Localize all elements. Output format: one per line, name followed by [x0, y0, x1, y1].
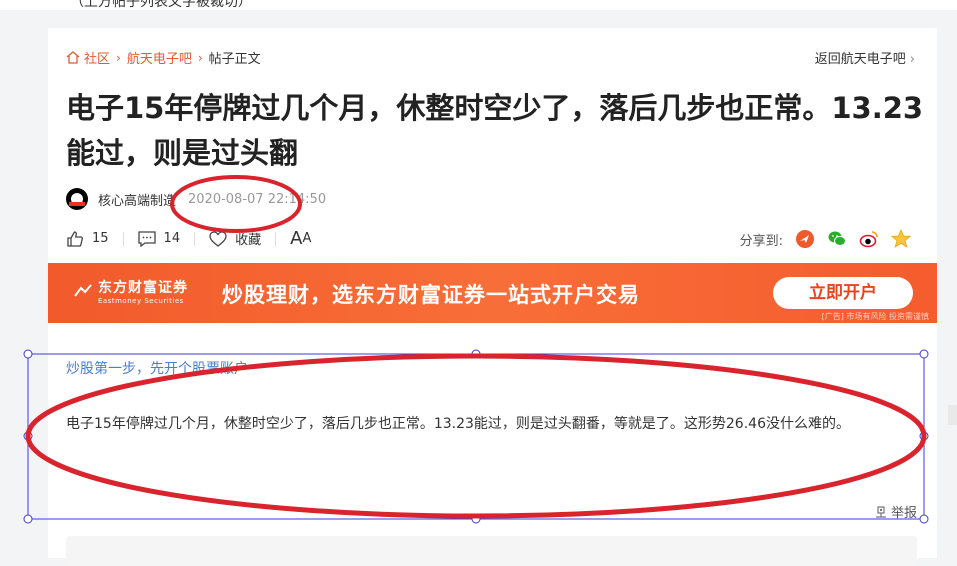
brand-name: 东方财富证券 — [98, 280, 188, 296]
breadcrumb: 社区 › 航天电子吧 › 帖子正文 — [66, 48, 261, 67]
chevron-right-icon: › — [116, 50, 121, 65]
back-link-label: 返回航天电子吧 — [814, 52, 906, 67]
font-size-icon-big: A — [290, 228, 303, 249]
home-icon[interactable] — [66, 51, 80, 64]
weibo-icon[interactable] — [859, 229, 879, 249]
like-button[interactable]: 15 — [66, 230, 109, 248]
ad-disclaimer: [广告] 市场有风险 投资需谨慎 — [821, 312, 929, 321]
share-label: 分享到: — [739, 233, 783, 249]
scrollbar-thumb[interactable] — [948, 405, 957, 425]
divider — [122, 231, 124, 246]
top-strip: （上方帖子列表文字被裁切） — [0, 0, 957, 10]
reply-area — [66, 536, 917, 566]
post-card: 社区 › 航天电子吧 › 帖子正文 返回航天电子吧 › 电子15年停牌过几个月，休… — [48, 28, 937, 566]
avatar[interactable] — [66, 188, 88, 210]
like-count: 15 — [92, 231, 109, 246]
comment-count: 14 — [163, 231, 181, 246]
chevron-right-icon: › — [909, 52, 915, 67]
report-icon — [875, 505, 886, 518]
post-actions: 15 14 收藏 AA — [66, 228, 311, 249]
share-bar: 分享到: — [740, 229, 911, 249]
ad-banner[interactable]: 东方财富证券 Eastmoney Securities 炒股理财，选东方财富证券… — [48, 263, 937, 323]
font-size-button[interactable]: AA — [290, 228, 311, 249]
comment-icon — [137, 230, 156, 247]
promo-link[interactable]: 炒股第一步，先开个股票账户 — [66, 358, 248, 378]
author-info: 核心高端制造 2020-08-07 22:14:50 — [66, 188, 326, 210]
favorite-button[interactable]: 收藏 — [209, 229, 261, 248]
breadcrumb-current: 帖子正文 — [208, 52, 261, 67]
breadcrumb-community[interactable]: 社区 — [84, 48, 110, 67]
banner-slogan: 炒股理财，选东方财富证券一站式开户交易 — [222, 283, 640, 307]
report-label: 举报 — [890, 506, 917, 521]
post-title: 电子15年停牌过几个月，休整时空少了，落后几步也正常。13.23能过，则是过头翻 — [66, 91, 924, 170]
heart-icon — [209, 230, 227, 247]
breadcrumb-forum[interactable]: 航天电子吧 — [127, 48, 192, 67]
open-account-button[interactable]: 立即开户 — [773, 277, 913, 309]
chevron-right-icon: › — [197, 50, 203, 65]
thumbs-up-icon — [67, 230, 83, 247]
divider — [194, 231, 196, 246]
back-to-forum-link[interactable]: 返回航天电子吧 › — [815, 48, 915, 67]
selection-handle[interactable] — [23, 431, 33, 441]
top-strip-text: （上方帖子列表文字被裁切） — [70, 0, 252, 10]
qzone-icon[interactable] — [891, 229, 911, 249]
comment-button[interactable]: 14 — [137, 230, 181, 247]
post-timestamp: 2020-08-07 22:14:50 — [188, 191, 327, 207]
brand-name-en: Eastmoney Securities — [98, 297, 184, 305]
author-name[interactable]: 核心高端制造 — [98, 190, 176, 209]
brand-logo: 东方财富证券 Eastmoney Securities — [74, 277, 188, 305]
selection-handle[interactable] — [23, 349, 33, 359]
post-body: 电子15年停牌过几个月，休整时空少了，落后几步也正常。13.23能过，则是过头翻… — [66, 416, 850, 432]
font-size-icon-small: A — [302, 231, 312, 246]
report-button[interactable]: 举报 — [874, 502, 917, 521]
weibo-alt-icon[interactable] — [795, 229, 815, 249]
divider — [275, 231, 277, 246]
wechat-icon[interactable] — [827, 229, 847, 249]
selection-handle[interactable] — [23, 514, 33, 524]
brand-mark-icon — [74, 284, 92, 297]
favorite-label: 收藏 — [235, 233, 262, 248]
